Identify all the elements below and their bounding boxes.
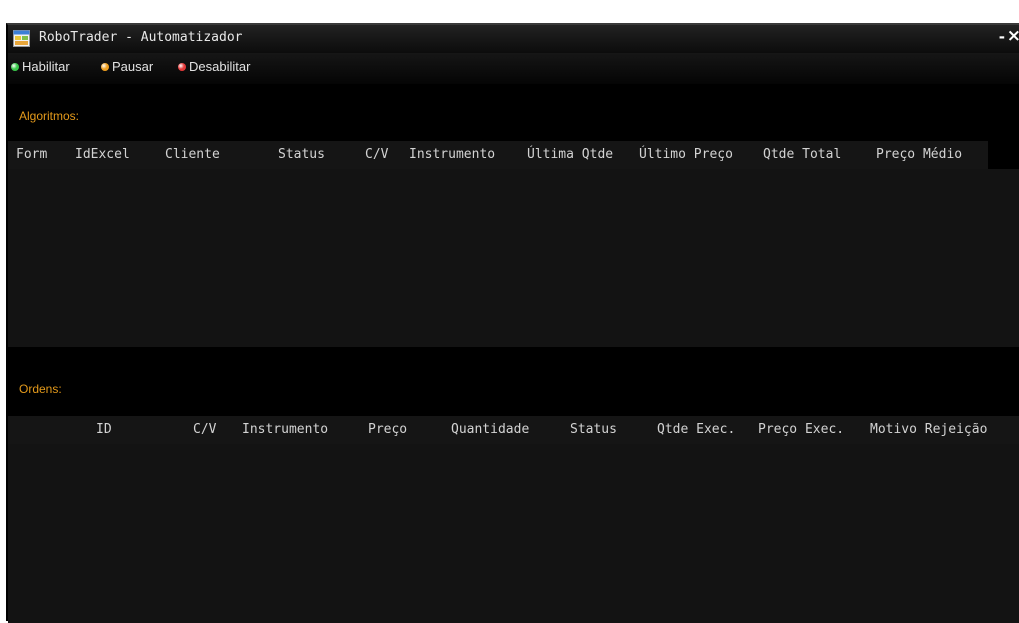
orders-table-header: ID C/V Instrumento Preço Quantidade Stat… xyxy=(8,416,1019,444)
col-form[interactable]: Form xyxy=(16,141,47,169)
toolbar: Habilitar Pausar Desabilitar xyxy=(8,53,1019,84)
minimize-icon[interactable]: - xyxy=(999,28,1005,46)
col-preco-exec[interactable]: Preço Exec. xyxy=(758,416,844,444)
col-ultimo-preco[interactable]: Último Preço xyxy=(639,141,733,169)
col-idexcel[interactable]: IdExcel xyxy=(75,141,130,169)
disable-label: Desabilitar xyxy=(189,59,251,74)
robotrader-window: RoboTrader - Automatizador - × Habilitar… xyxy=(6,23,1019,623)
algorithms-table-body[interactable] xyxy=(8,169,1019,347)
col-cv[interactable]: C/V xyxy=(193,416,216,444)
col-preco[interactable]: Preço xyxy=(368,416,407,444)
algorithms-label: Algoritmos: xyxy=(19,109,80,123)
close-icon[interactable]: × xyxy=(1007,26,1019,46)
col-instrumento[interactable]: Instrumento xyxy=(242,416,328,444)
disable-button[interactable]: Desabilitar xyxy=(178,59,250,75)
col-preco-medio[interactable]: Preço Médio xyxy=(876,141,962,169)
green-dot-icon xyxy=(11,63,19,71)
pause-label: Pausar xyxy=(112,59,154,74)
col-qtde-total[interactable]: Qtde Total xyxy=(763,141,841,169)
pause-button[interactable]: Pausar xyxy=(101,59,153,75)
col-cliente[interactable]: Cliente xyxy=(165,141,220,169)
orders-table-body[interactable] xyxy=(8,444,1019,623)
col-motivo-rejeicao[interactable]: Motivo Rejeição xyxy=(870,416,987,444)
red-dot-icon xyxy=(178,63,186,71)
orders-label: Ordens: xyxy=(19,382,62,396)
col-id[interactable]: ID xyxy=(96,416,112,444)
col-status[interactable]: Status xyxy=(570,416,617,444)
col-cv[interactable]: C/V xyxy=(365,141,388,169)
col-qtde-exec[interactable]: Qtde Exec. xyxy=(657,416,735,444)
algorithms-table-header: Form IdExcel Cliente Status C/V Instrume… xyxy=(8,141,988,169)
title-bar[interactable]: RoboTrader - Automatizador - × xyxy=(8,25,1019,53)
col-ultima-qtde[interactable]: Última Qtde xyxy=(527,141,613,169)
col-quantidade[interactable]: Quantidade xyxy=(451,416,529,444)
orange-dot-icon xyxy=(101,63,109,71)
app-window-icon xyxy=(13,30,30,47)
window-title: RoboTrader - Automatizador xyxy=(39,30,243,45)
col-instrumento[interactable]: Instrumento xyxy=(409,141,495,169)
enable-button[interactable]: Habilitar xyxy=(11,59,70,75)
enable-label: Habilitar xyxy=(22,59,70,74)
col-status[interactable]: Status xyxy=(278,141,325,169)
